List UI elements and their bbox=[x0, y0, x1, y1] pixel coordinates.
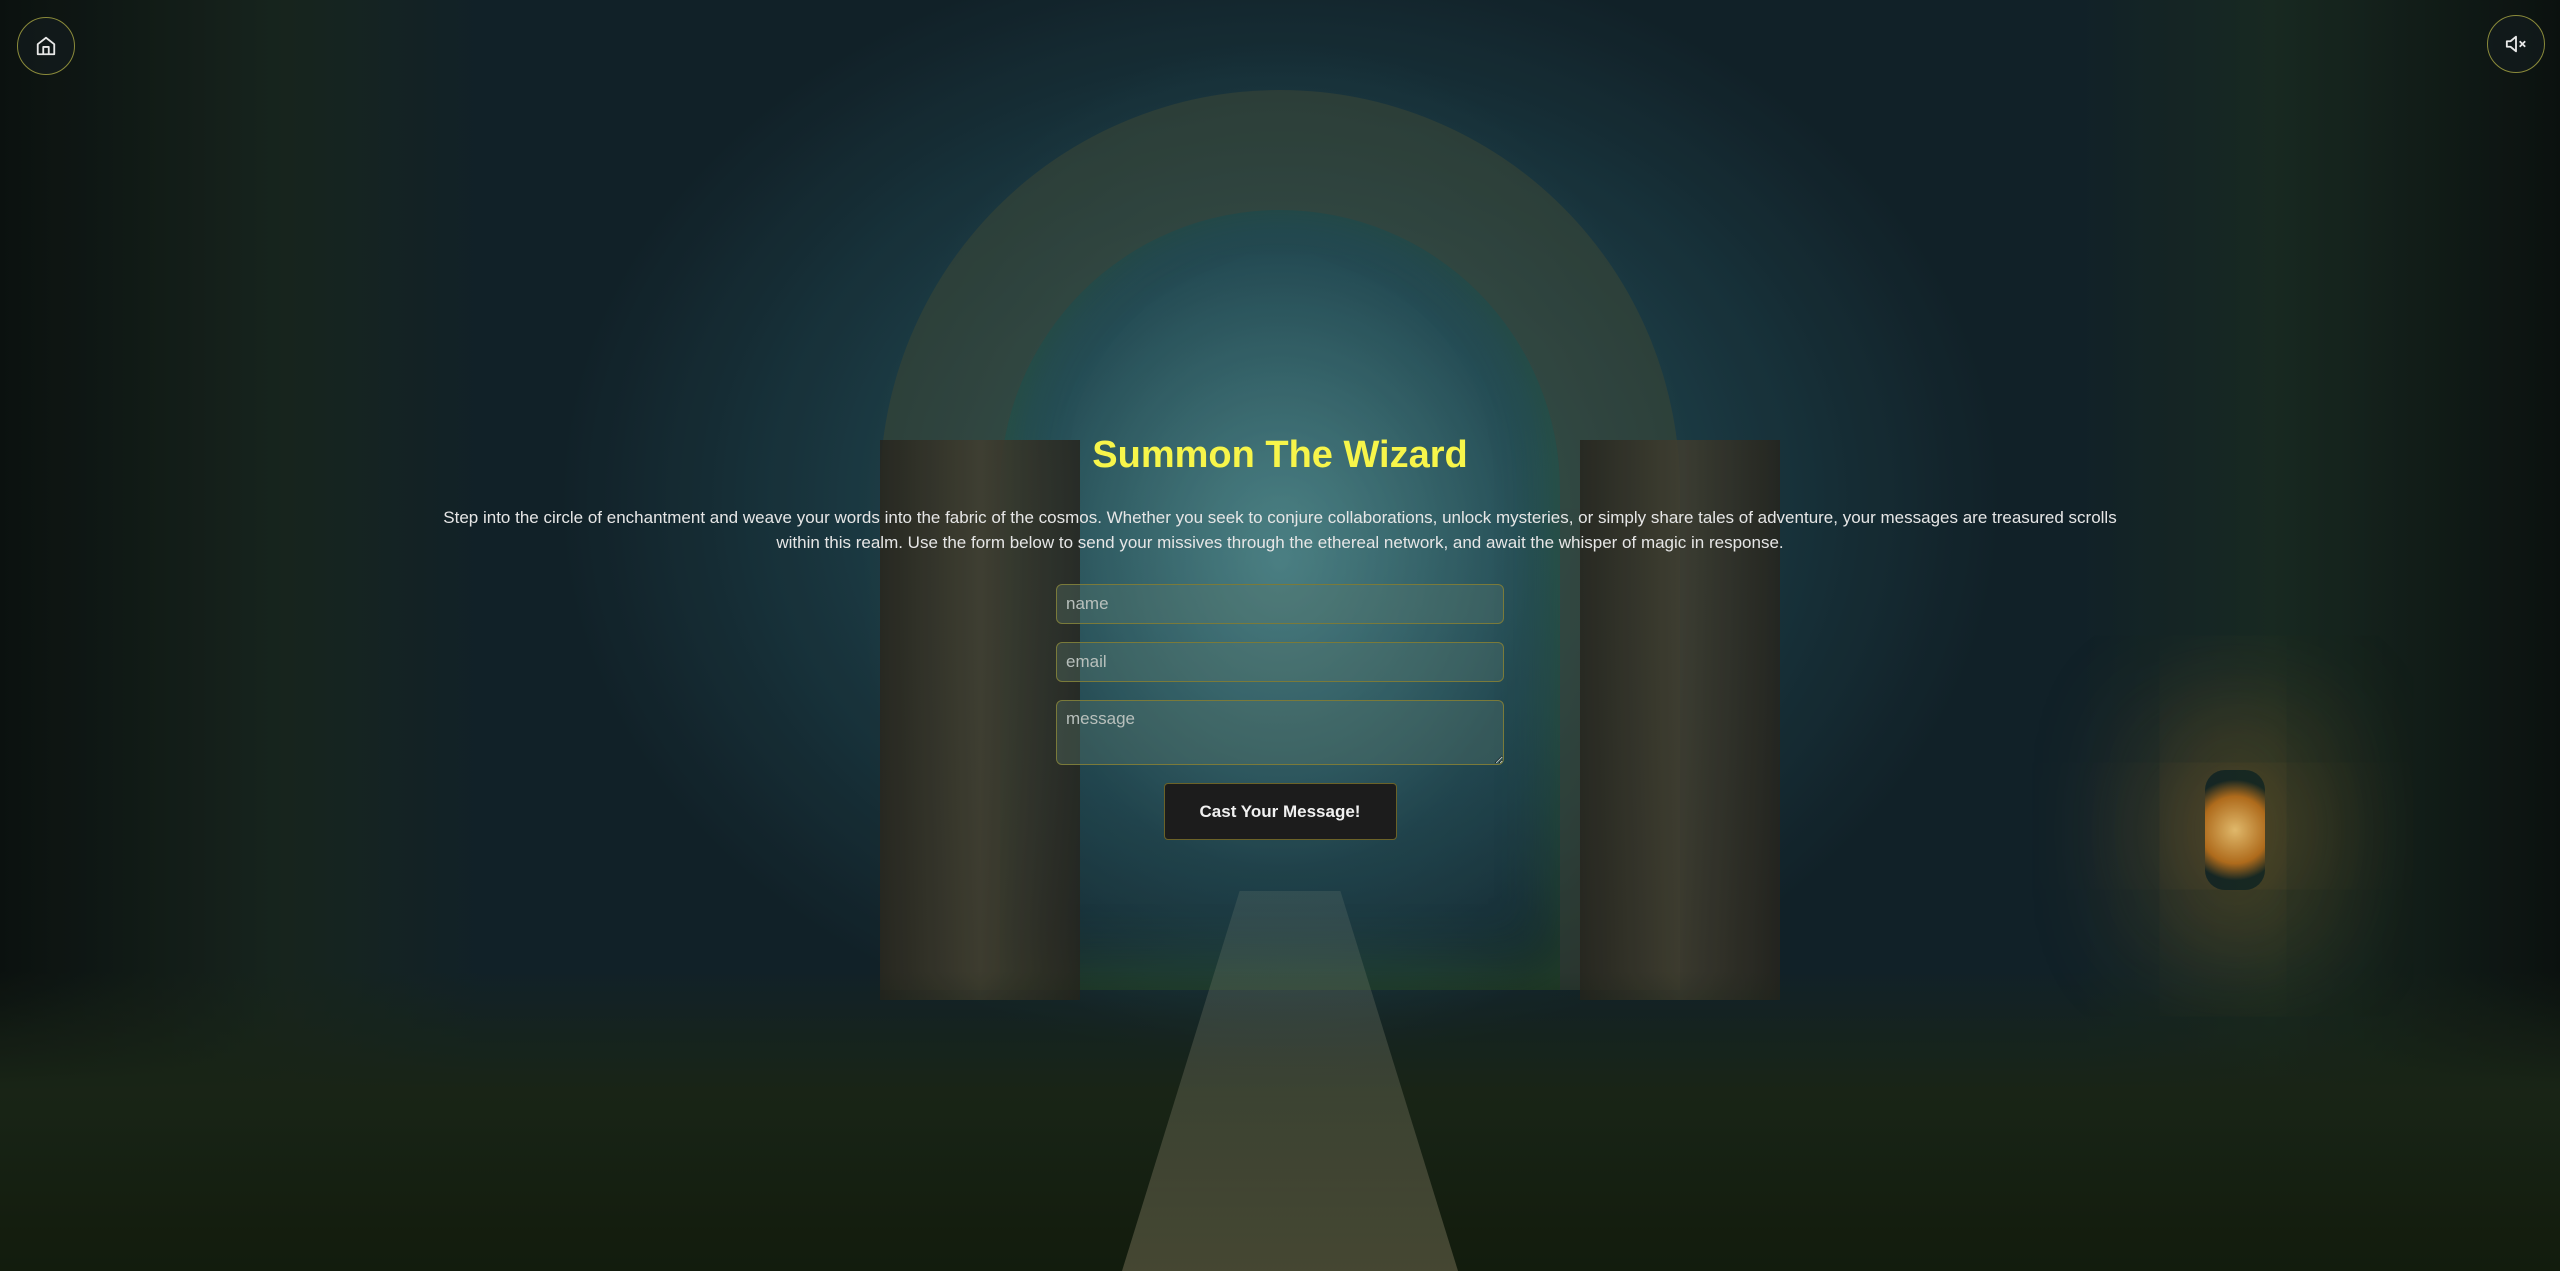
email-input[interactable] bbox=[1056, 642, 1504, 682]
message-input[interactable] bbox=[1056, 700, 1504, 765]
home-icon bbox=[36, 36, 56, 56]
home-button[interactable] bbox=[17, 17, 75, 75]
submit-button[interactable]: Cast Your Message! bbox=[1163, 783, 1397, 840]
page-title: Summon The Wizard bbox=[1092, 434, 1468, 476]
volume-mute-icon bbox=[2505, 35, 2526, 53]
contact-form: Cast Your Message! bbox=[1056, 584, 1504, 840]
name-input[interactable] bbox=[1056, 584, 1504, 624]
mute-button[interactable] bbox=[2487, 15, 2545, 73]
contact-section: Summon The Wizard Step into the circle o… bbox=[0, 430, 2560, 840]
page-description: Step into the circle of enchantment and … bbox=[443, 508, 2117, 552]
